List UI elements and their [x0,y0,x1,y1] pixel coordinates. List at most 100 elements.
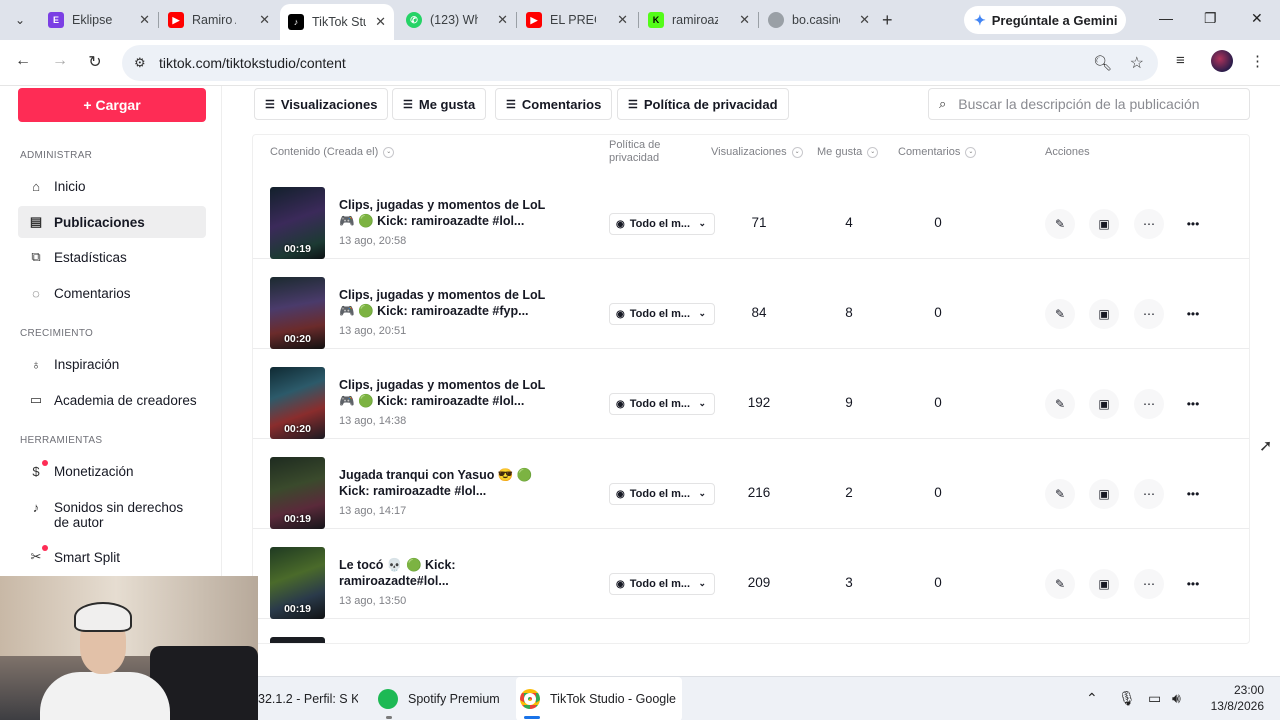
media-controls-icon[interactable]: ≡ [1176,52,1185,69]
sidebar-item-comentarios[interactable]: ◌ Comentarios [18,277,206,309]
analytics-icon[interactable]: ▣ [1089,479,1119,509]
sidebar-item-publicaciones[interactable]: ▤ Publicaciones [18,206,206,238]
table-row[interactable]: 00:19 Le tocó 💀 🟢 Kick: ramiroazadte#lol… [253,529,1249,619]
taskbar-obs[interactable]: 32.1.2 - Perfil: S K Fl [258,677,366,721]
privacy-dropdown[interactable]: ◉ Todo el m... ⌄ [609,573,715,595]
close-tab-icon[interactable]: ✕ [739,12,750,28]
video-thumbnail[interactable] [270,637,325,643]
sidebar-item-inicio[interactable]: ⌂ Inicio [18,170,206,202]
sidebar-item-academia[interactable]: ▭ Academia de creadores [18,384,206,416]
sidebar-item-sonidos[interactable]: ♪ Sonidos sin derechos de autor [18,498,206,538]
video-thumbnail[interactable]: 00:20 [270,367,325,439]
post-title[interactable]: Clips, jugadas y momentos de LoL 🎮 🟢 Kic… [339,287,559,319]
edit-pencil-icon[interactable]: ✎ [1045,299,1075,329]
comment-bubble-icon[interactable]: ⋯ [1134,569,1164,599]
new-tab-plus-icon[interactable]: + [882,10,893,31]
table-row[interactable]: 00:19 Jugada tranqui con Yasuo 😎 🟢 Kick:… [253,439,1249,529]
microphone-icon[interactable]: 🎙︎ [1118,690,1136,707]
sort-icon[interactable]: ⌄ [791,146,803,158]
header-comments[interactable]: Comentarios ⌄ [898,135,977,169]
taskbar-spotify[interactable]: Spotify Premium [378,677,508,721]
analytics-icon[interactable]: ▣ [1089,389,1119,419]
address-bar[interactable]: ⚙ tiktok.com/tiktokstudio/content 🔍︎ ☆ [122,45,1158,81]
filter-views-button[interactable]: ☰ Visualizaciones [254,88,389,120]
sort-icon[interactable]: ⌄ [867,146,879,158]
restore-icon[interactable]: ❐ [1204,10,1217,27]
post-title[interactable]: Clips, jugadas y momentos de LoL 🎮 🟢 Kic… [339,197,559,229]
tab-eklipse[interactable]: E Eklipse ✕ [40,6,158,34]
reload-icon[interactable]: ↻ [84,52,106,72]
comment-bubble-icon[interactable]: ⋯ [1134,389,1164,419]
table-row[interactable]: 00:19 Clips, jugadas y momentos de LoL 🎮… [253,169,1249,259]
post-title[interactable]: Clips, jugadas y momentos de LoL 🎮 🟢 Kic… [339,377,559,409]
privacy-dropdown[interactable]: ◉ Todo el m... ⌄ [609,213,715,235]
sidebar-item-estadisticas[interactable]: ⧉ Estadísticas [18,241,206,273]
edit-pencil-icon[interactable]: ✎ [1045,209,1075,239]
comment-bubble-icon[interactable]: ⋯ [1134,299,1164,329]
close-tab-icon[interactable]: ✕ [139,12,150,28]
close-tab-icon[interactable]: ✕ [497,12,508,28]
tab-search-chevron-icon[interactable]: ⌄ [8,8,32,32]
tab-whatsapp[interactable]: ✆ (123) WhatsApp ✕ [398,6,516,34]
volume-icon[interactable]: 🔊︎ [1172,690,1181,707]
browser-menu-kebab-icon[interactable]: ⋮ [1250,52,1265,70]
more-options-icon[interactable]: ••• [1178,479,1208,509]
sort-icon[interactable]: ⌄ [965,146,977,158]
analytics-icon[interactable]: ▣ [1089,299,1119,329]
comment-bubble-icon[interactable]: ⋯ [1134,479,1164,509]
tray-chevron-up-icon[interactable]: ⌃ [1086,690,1098,707]
close-tab-icon[interactable]: ✕ [259,12,270,28]
edit-pencil-icon[interactable]: ✎ [1045,479,1075,509]
tab-kick[interactable]: K ramiroazadte ✕ [640,6,758,34]
forward-arrow-icon[interactable]: → [49,52,71,70]
post-title[interactable]: Jugada tranqui con Yasuo 😎 🟢 Kick: ramir… [339,467,559,499]
profile-avatar[interactable] [1211,50,1233,72]
sidebar-item-monetizacion[interactable]: $ Monetización [18,455,206,487]
minimize-icon[interactable]: — [1159,10,1173,26]
video-thumbnail[interactable]: 00:20 [270,277,325,349]
post-title[interactable]: Le tocó 💀 🟢 Kick: ramiroazadte#lol... [339,557,489,589]
header-content[interactable]: Contenido (Creada el) ⌄ [270,135,395,169]
close-tab-icon[interactable]: ✕ [859,12,870,28]
sidebar-item-inspiracion[interactable]: ♁ Inspiración [18,348,206,380]
header-likes[interactable]: Me gusta ⌄ [817,135,879,169]
table-row[interactable]: 00:20 Clips, jugadas y momentos de LoL 🎮… [253,259,1249,349]
system-clock[interactable]: 23:00 13/8/2026 [1204,682,1264,714]
tab-tiktok-studio[interactable]: ♪ TikTok Studio ✕ [280,4,394,40]
edit-pencil-icon[interactable]: ✎ [1045,389,1075,419]
zoom-magnifier-icon[interactable]: 🔍︎ [1093,54,1112,72]
privacy-dropdown[interactable]: ◉ Todo el m... ⌄ [609,483,715,505]
network-icon[interactable]: ▭ [1148,690,1161,707]
comment-bubble-icon[interactable]: ⋯ [1134,209,1164,239]
more-options-icon[interactable]: ••• [1178,389,1208,419]
sidebar-item-smart-split[interactable]: ✂ Smart Split [18,541,206,573]
edit-pencil-icon[interactable]: ✎ [1045,569,1075,599]
sort-icon[interactable]: ⌄ [383,146,395,158]
more-options-icon[interactable]: ••• [1178,209,1208,239]
privacy-dropdown[interactable]: ◉ Todo el m... ⌄ [609,303,715,325]
more-options-icon[interactable]: ••• [1178,299,1208,329]
filter-likes-button[interactable]: ☰ Me gusta [392,88,487,120]
video-thumbnail[interactable]: 00:19 [270,187,325,259]
video-thumbnail[interactable]: 00:19 [270,547,325,619]
close-tab-icon[interactable]: ✕ [617,12,628,28]
more-options-icon[interactable]: ••• [1178,569,1208,599]
tab-casino[interactable]: bo.casino ✕ [760,6,878,34]
post-search-input[interactable] [958,96,1229,112]
video-thumbnail[interactable]: 00:19 [270,457,325,529]
filter-privacy-button[interactable]: ☰ Política de privacidad [617,88,789,120]
close-tab-icon[interactable]: ✕ [375,14,386,30]
bookmark-star-icon[interactable]: ☆ [1130,53,1144,73]
tab-youtube-ramiro[interactable]: ▶ Ramiro Az ✕ [160,6,278,34]
filter-comments-button[interactable]: ☰ Comentarios [495,88,613,120]
close-window-icon[interactable]: ✕ [1251,10,1263,27]
header-views[interactable]: Visualizaciones ⌄ [711,135,803,169]
post-search-box[interactable]: ⌕ [928,88,1250,120]
privacy-dropdown[interactable]: ◉ Todo el m... ⌄ [609,393,715,415]
url-text[interactable]: tiktok.com/tiktokstudio/content [159,55,346,71]
gemini-button[interactable]: ✦ Pregúntale a Gemini [964,6,1126,34]
table-row[interactable]: 00:20 Clips, jugadas y momentos de LoL 🎮… [253,349,1249,439]
analytics-icon[interactable]: ▣ [1089,569,1119,599]
tab-youtube-precio[interactable]: ▶ EL PRECIO ✕ [518,6,636,34]
analytics-icon[interactable]: ▣ [1089,209,1119,239]
